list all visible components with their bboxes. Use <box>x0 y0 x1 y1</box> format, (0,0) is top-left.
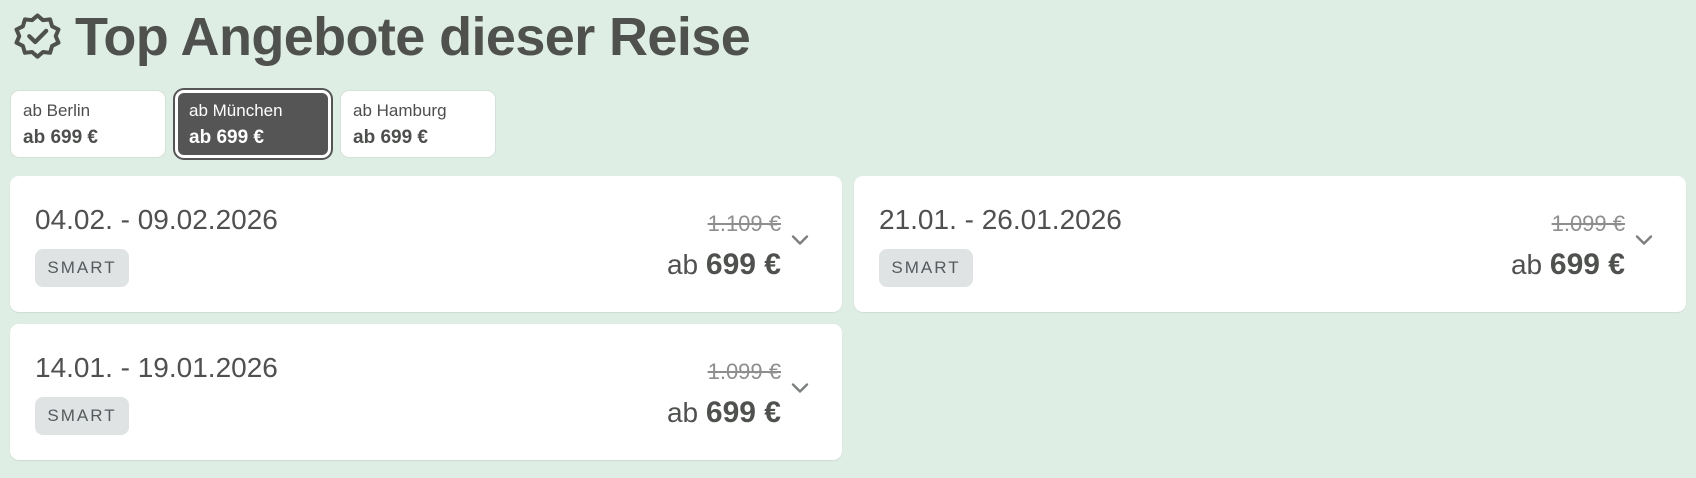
tab-city-label: ab Hamburg <box>353 101 447 120</box>
page-title: Top Angebote dieser Reise <box>75 7 751 67</box>
tab-price-label: ab 699 € <box>353 127 428 148</box>
price-amount: 699 € <box>1549 248 1625 281</box>
tab-muenchen[interactable]: ab München ab 699 € <box>175 90 331 158</box>
offer-price: ab 699 € <box>667 395 781 431</box>
offer-card[interactable]: 21.01. - 26.01.2026 SMART 1.099 € ab 699… <box>854 176 1686 312</box>
tab-city-label: ab München <box>189 101 283 120</box>
tab-city-label: ab Berlin <box>23 101 91 120</box>
offer-dates: 21.01. - 26.01.2026 <box>879 204 1122 235</box>
chevron-down-icon[interactable] <box>1633 229 1655 251</box>
offer-tag: SMART <box>35 397 129 435</box>
price-amount: 699 € <box>705 248 781 281</box>
page-header: Top Angebote dieser Reise <box>12 6 751 68</box>
departure-tabs: ab Berlin ab 699 € ab München ab 699 € a… <box>10 90 496 158</box>
offer-price: ab 699 € <box>1511 247 1625 283</box>
chevron-down-icon[interactable] <box>789 377 811 399</box>
offer-dates: 14.01. - 19.01.2026 <box>35 352 278 383</box>
old-price: 1.099 € <box>707 359 781 384</box>
chevron-down-icon[interactable] <box>789 229 811 251</box>
price-prefix: ab <box>666 249 699 280</box>
offer-card[interactable]: 14.01. - 19.01.2026 SMART 1.099 € ab 699… <box>10 324 842 460</box>
verified-badge-icon <box>12 12 63 63</box>
offer-price: ab 699 € <box>667 247 781 283</box>
offer-tag: SMART <box>35 249 129 287</box>
tab-price-label: ab 699 € <box>23 127 98 148</box>
price-prefix: ab <box>1510 249 1543 280</box>
offer-tag: SMART <box>879 249 973 287</box>
old-price: 1.109 € <box>707 211 781 236</box>
tab-price-label: ab 699 € <box>189 127 264 148</box>
tab-hamburg[interactable]: ab Hamburg ab 699 € <box>340 90 496 158</box>
price-prefix: ab <box>666 397 699 428</box>
tab-berlin[interactable]: ab Berlin ab 699 € <box>10 90 166 158</box>
price-amount: 699 € <box>705 396 781 429</box>
offer-dates: 04.02. - 09.02.2026 <box>35 204 278 235</box>
old-price: 1.099 € <box>1551 211 1625 236</box>
offer-card[interactable]: 04.02. - 09.02.2026 SMART 1.109 € ab 699… <box>10 176 842 312</box>
